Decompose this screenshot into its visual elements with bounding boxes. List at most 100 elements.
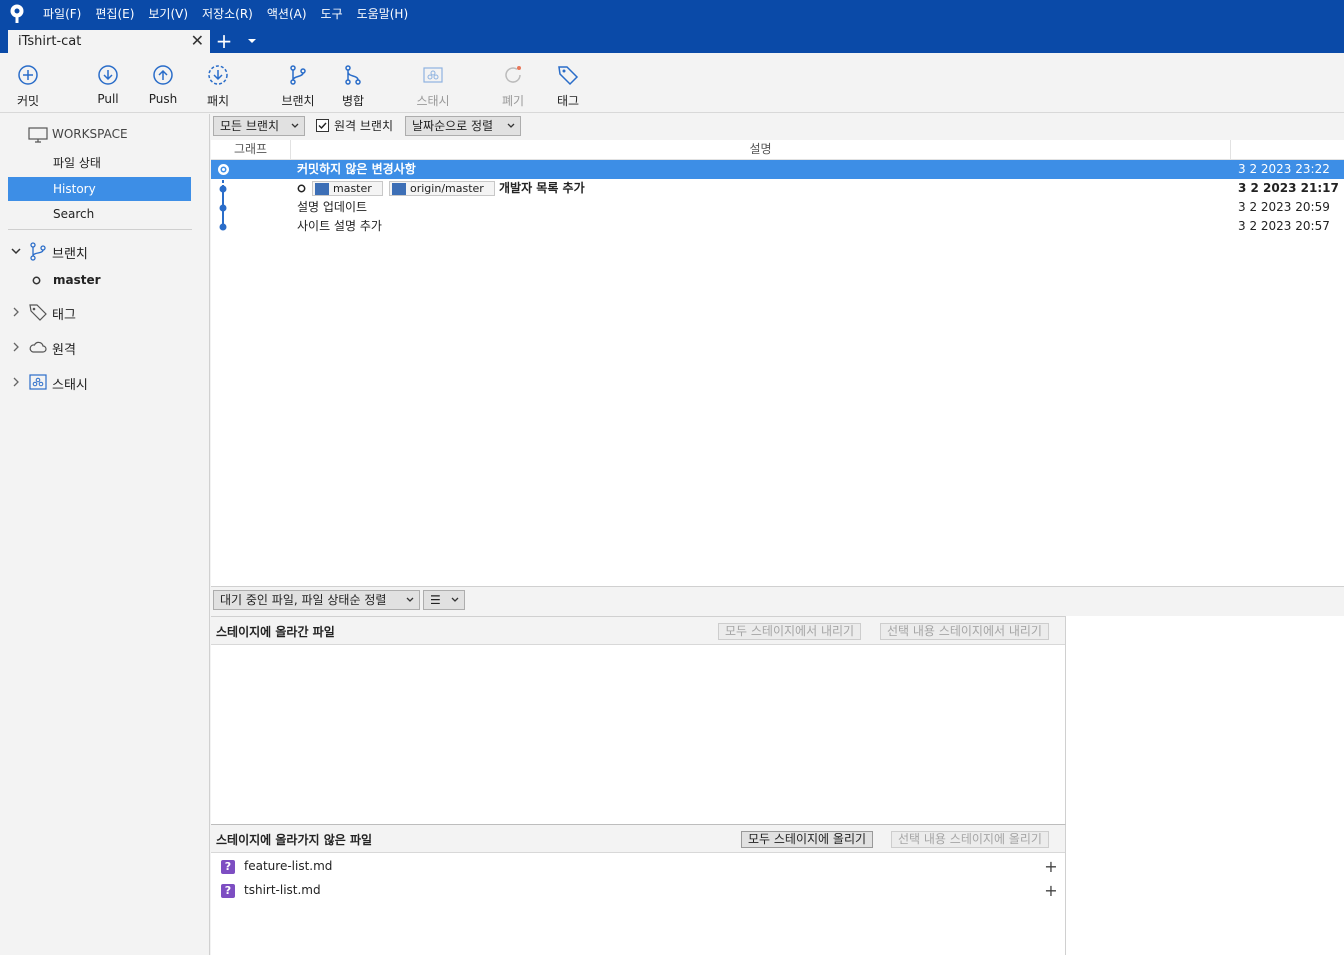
menu-help[interactable]: 도움말(H) bbox=[350, 4, 416, 24]
commit-message: 설명 업데이트 bbox=[297, 200, 368, 214]
branch-filter-value: 모든 브랜치 bbox=[220, 119, 280, 133]
merge-button[interactable]: 병합 bbox=[328, 63, 378, 109]
stash-button[interactable]: 스태시 bbox=[408, 63, 458, 109]
pull-label: Pull bbox=[97, 92, 119, 106]
fetch-label: 패치 bbox=[206, 94, 230, 108]
workspace-header: WORKSPACE bbox=[8, 123, 198, 149]
menu-edit[interactable]: 편집(E) bbox=[88, 4, 141, 24]
sidebar-item-search[interactable]: Search bbox=[8, 202, 191, 226]
commit-node-icon bbox=[219, 204, 227, 212]
menu-repository[interactable]: 저장소(R) bbox=[195, 4, 260, 24]
commit-message: 사이트 설명 추가 bbox=[297, 219, 382, 233]
commit-row-uncommitted[interactable]: 커밋하지 않은 변경사항 3 2 2023 23:22 bbox=[211, 160, 1344, 179]
sidebar-item-master[interactable]: master bbox=[8, 268, 191, 292]
chevron-down-icon bbox=[291, 123, 299, 128]
staged-header: 스테이지에 올라간 파일 모두 스테이지에서 내리기 선택 내용 스테이지에서 … bbox=[211, 617, 1065, 645]
tags-label: 태그 bbox=[52, 308, 76, 323]
staged-title: 스테이지에 올라간 파일 bbox=[216, 625, 335, 639]
tag-button[interactable]: 태그 bbox=[543, 63, 593, 109]
file-sort-value: 대기 중인 파일, 파일 상태순 정렬 bbox=[220, 593, 387, 607]
title-bar: 파일(F) 편집(E) 보기(V) 저장소(R) 액션(A) 도구 도움말(H)… bbox=[0, 0, 1344, 53]
commit-node-icon bbox=[219, 223, 227, 231]
commit-row[interactable]: 설명 업데이트 3 2 2023 20:59 bbox=[211, 198, 1344, 217]
remotes-label: 원격 bbox=[52, 343, 76, 358]
stashes-label: 스태시 bbox=[52, 378, 88, 393]
discard-button[interactable]: 폐기 bbox=[488, 63, 538, 109]
unstaged-files-panel: 스테이지에 올라가지 않은 파일 모두 스테이지에 올리기 선택 내용 스테이지… bbox=[211, 824, 1066, 955]
sidebar-divider bbox=[8, 229, 192, 230]
chevron-down-icon[interactable] bbox=[244, 33, 260, 49]
sort-dropdown[interactable]: 날짜순으로 정렬 bbox=[405, 116, 521, 136]
branches-label: 브랜치 bbox=[52, 247, 88, 262]
tab-repository[interactable]: iTshirt-cat ✕ bbox=[8, 30, 210, 53]
ref-badge-master[interactable]: master bbox=[312, 181, 383, 196]
arrow-up-circle-icon bbox=[153, 65, 173, 85]
chevron-right-icon bbox=[13, 377, 19, 387]
menu-view[interactable]: 보기(V) bbox=[141, 4, 195, 24]
menu-file[interactable]: 파일(F) bbox=[36, 4, 88, 24]
branch-filter-dropdown[interactable]: 모든 브랜치 bbox=[213, 116, 305, 136]
untracked-question-icon: ? bbox=[221, 860, 235, 874]
uncommitted-node-icon bbox=[218, 164, 229, 175]
unstaged-title: 스테이지에 올라가지 않은 파일 bbox=[216, 833, 373, 847]
view-mode-dropdown[interactable]: ☰ bbox=[423, 590, 465, 610]
stage-selected-button[interactable]: 선택 내용 스테이지에 올리기 bbox=[891, 831, 1049, 848]
list-view-icon: ☰ bbox=[430, 593, 441, 607]
menu-tools[interactable]: 도구 bbox=[314, 4, 350, 24]
commit-date: 3 2 2023 20:57 bbox=[1238, 219, 1330, 233]
chevron-down-icon bbox=[507, 123, 515, 128]
fetch-button[interactable]: 패치 bbox=[193, 63, 243, 109]
column-description[interactable]: 설명 bbox=[291, 140, 1231, 160]
commit-node-icon bbox=[219, 185, 227, 193]
commit-row[interactable]: master origin/master 개발자 목록 추가 3 2 2023 … bbox=[211, 179, 1344, 198]
new-tab-icon[interactable]: + bbox=[213, 30, 235, 52]
tag-icon bbox=[29, 304, 47, 321]
monitor-icon bbox=[28, 127, 48, 143]
history-header: 그래프 설명 bbox=[211, 140, 1344, 160]
file-name: tshirt-list.md bbox=[244, 883, 321, 897]
sourcetree-logo-icon bbox=[10, 4, 24, 23]
head-marker-icon bbox=[297, 184, 306, 193]
chevron-right-icon bbox=[13, 342, 19, 352]
pull-button[interactable]: Pull bbox=[83, 63, 133, 109]
tab-title: iTshirt-cat bbox=[18, 34, 82, 49]
column-graph[interactable]: 그래프 bbox=[211, 140, 291, 160]
push-button[interactable]: Push bbox=[138, 63, 188, 109]
branches-header[interactable]: 브랜치 bbox=[8, 239, 198, 265]
sidebar-item-history[interactable]: History bbox=[8, 177, 191, 201]
sidebar-item-file-status[interactable]: 파일 상태 bbox=[8, 151, 191, 175]
diff-pane bbox=[1066, 616, 1344, 955]
branch-badge-icon bbox=[392, 183, 406, 195]
list-item[interactable]: ? tshirt-list.md + bbox=[211, 879, 1065, 903]
tag-icon bbox=[558, 66, 579, 86]
workspace-label: WORKSPACE bbox=[52, 127, 128, 141]
list-item[interactable]: ? feature-list.md + bbox=[211, 855, 1065, 879]
commit-date: 3 2 2023 23:22 bbox=[1238, 162, 1330, 176]
checkbox-box[interactable] bbox=[316, 119, 329, 132]
sidebar: WORKSPACE 파일 상태 History Search 브랜치 maste… bbox=[0, 114, 210, 955]
stage-all-button[interactable]: 모두 스테이지에 올리기 bbox=[741, 831, 874, 848]
commit-date: 3 2 2023 21:17 bbox=[1238, 181, 1339, 195]
plus-icon[interactable]: + bbox=[1043, 859, 1059, 875]
tags-header[interactable]: 태그 bbox=[8, 300, 198, 326]
ref-label: master bbox=[333, 182, 372, 195]
branch-button[interactable]: 브랜치 bbox=[273, 63, 323, 109]
unstage-all-button[interactable]: 모두 스테이지에서 내리기 bbox=[718, 623, 862, 640]
untracked-question-icon: ? bbox=[221, 884, 235, 898]
commit-row[interactable]: 사이트 설명 추가 3 2 2023 20:57 bbox=[211, 217, 1344, 236]
ref-badge-origin-master[interactable]: origin/master bbox=[389, 181, 495, 196]
file-sort-dropdown[interactable]: 대기 중인 파일, 파일 상태순 정렬 bbox=[213, 590, 420, 610]
remotes-header[interactable]: 원격 bbox=[8, 335, 198, 361]
commit-button[interactable]: 커밋 bbox=[3, 63, 53, 109]
plus-icon[interactable]: + bbox=[1043, 883, 1059, 899]
menu-actions[interactable]: 액션(A) bbox=[260, 4, 314, 24]
branch-badge-icon bbox=[315, 183, 329, 195]
merge-icon bbox=[345, 65, 361, 85]
ref-label: origin/master bbox=[410, 182, 484, 195]
cloud-icon bbox=[29, 341, 47, 353]
close-tab-icon[interactable]: ✕ bbox=[191, 32, 204, 50]
toolbar: 커밋 Pull Push 패치 브랜치 병합 스태시 폐기 태그 bbox=[0, 53, 1344, 113]
stashes-header[interactable]: 스태시 bbox=[8, 370, 198, 396]
unstage-selected-button[interactable]: 선택 내용 스테이지에서 내리기 bbox=[880, 623, 1049, 640]
file-list-toolbar: 대기 중인 파일, 파일 상태순 정렬 ☰ bbox=[211, 586, 1344, 616]
